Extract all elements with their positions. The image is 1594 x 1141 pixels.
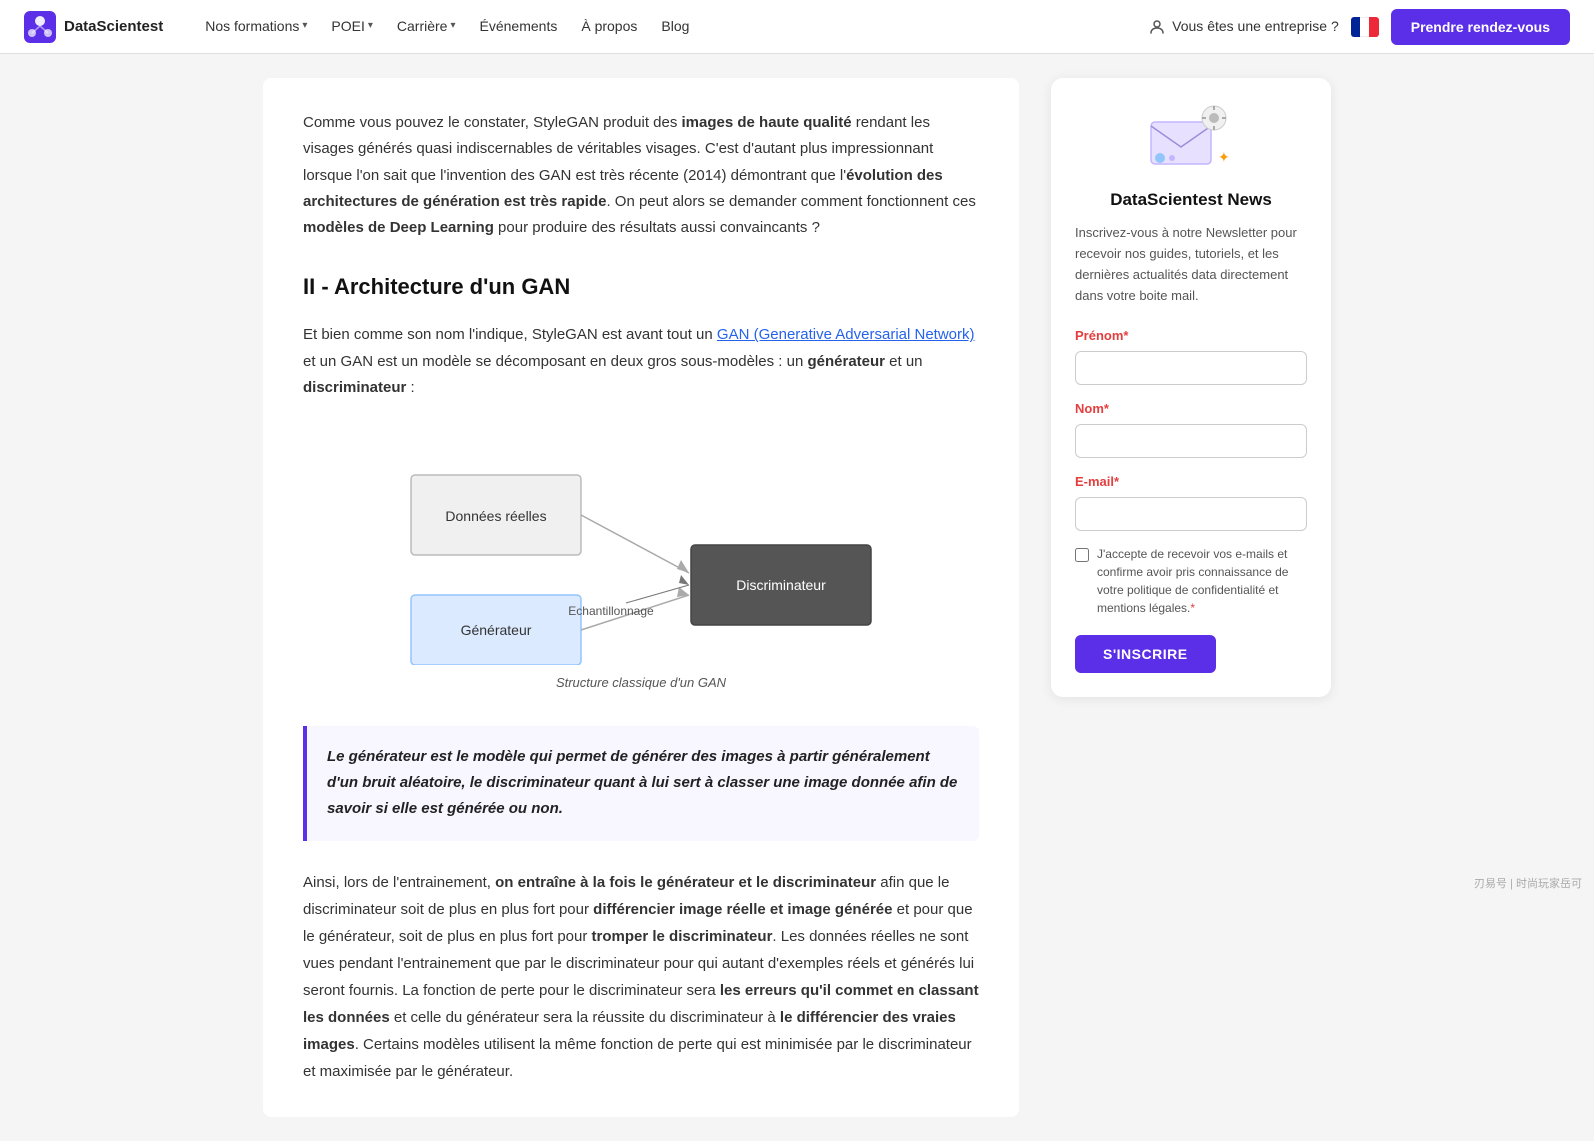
nav-links: Nos formations ▾ POEI ▾ Carrière ▾ Événe… <box>195 9 1148 43</box>
sidebar: ✦ DataScientest News Inscrivez-vous à no… <box>1051 78 1331 1117</box>
svg-text:✦: ✦ <box>1218 149 1230 165</box>
newsletter-title: DataScientest News <box>1075 186 1307 213</box>
newsletter-desc: Inscrivez-vous à notre Newsletter pour r… <box>1075 223 1307 306</box>
prenom-required: * <box>1123 328 1128 343</box>
gan-diagram-container: Données réelles Générateur Discriminateu… <box>303 425 979 718</box>
highlight-block: Le générateur est le modèle qui permet d… <box>303 726 979 841</box>
newsletter-icon: ✦ <box>1146 102 1236 172</box>
nav-carriere[interactable]: Carrière ▾ <box>387 9 466 43</box>
nav-right: Vous êtes une entreprise ? Prendre rende… <box>1148 9 1570 45</box>
logo-link[interactable]: DataScientest <box>24 11 163 43</box>
nom-label: Nom* <box>1075 399 1307 420</box>
body-text: Ainsi, lors de l'entrainement, on entraî… <box>303 869 979 1085</box>
svg-text:Discriminateur: Discriminateur <box>736 577 826 593</box>
enterprise-link[interactable]: Vous êtes une entreprise ? <box>1148 15 1339 37</box>
newsletter-icon-area: ✦ <box>1075 102 1307 172</box>
email-required: * <box>1114 474 1119 489</box>
chevron-down-icon: ▾ <box>302 18 307 34</box>
prenom-input[interactable] <box>1075 351 1307 385</box>
email-input[interactable] <box>1075 497 1307 531</box>
logo-text: DataScientest <box>64 15 163 39</box>
nom-input[interactable] <box>1075 424 1307 458</box>
svg-text:Générateur: Générateur <box>461 622 532 638</box>
consent-checkbox[interactable] <box>1075 548 1089 562</box>
subscribe-button[interactable]: S'INSCRIRE <box>1075 635 1216 673</box>
gan-diagram: Données réelles Générateur Discriminateu… <box>381 425 901 665</box>
nav-poei[interactable]: POEI ▾ <box>321 9 383 43</box>
nav-evenements[interactable]: Événements <box>470 9 568 43</box>
main-content: Comme vous pouvez le constater, StyleGAN… <box>263 78 1019 1117</box>
nav-nos-formations[interactable]: Nos formations ▾ <box>195 9 317 43</box>
chevron-down-icon: ▾ <box>368 18 373 34</box>
email-label: E-mail* <box>1075 472 1307 493</box>
cta-button[interactable]: Prendre rendez-vous <box>1391 9 1570 45</box>
svg-text:Données réelles: Données réelles <box>445 508 546 524</box>
nom-required: * <box>1104 401 1109 416</box>
prenom-label: Prénom* <box>1075 326 1307 347</box>
section-title: II - Architecture d'un GAN <box>303 269 979 304</box>
navbar: DataScientest Nos formations ▾ POEI ▾ Ca… <box>0 0 1594 54</box>
language-flag[interactable] <box>1351 17 1379 37</box>
chevron-down-icon: ▾ <box>450 18 455 34</box>
watermark: 刃易号 | 时尚玩家岳可 <box>1474 876 1582 894</box>
gan-link[interactable]: GAN (Generative Adversarial Network) <box>717 326 975 343</box>
newsletter-card: ✦ DataScientest News Inscrivez-vous à no… <box>1051 78 1331 697</box>
enterprise-icon <box>1148 17 1166 35</box>
svg-text:Echantillonnage: Echantillonnage <box>568 604 654 618</box>
consent-row: J'accepte de recevoir vos e-mails et con… <box>1075 545 1307 617</box>
section-intro: Et bien comme son nom l'indique, StyleGA… <box>303 322 979 401</box>
nav-a-propos[interactable]: À propos <box>571 9 647 43</box>
diagram-caption: Structure classique d'un GAN <box>556 673 726 694</box>
page-wrap: Comme vous pouvez le constater, StyleGAN… <box>247 54 1347 1141</box>
nav-blog[interactable]: Blog <box>651 9 699 43</box>
logo-icon <box>24 11 56 43</box>
intro-paragraph: Comme vous pouvez le constater, StyleGAN… <box>303 110 979 241</box>
consent-label: J'accepte de recevoir vos e-mails et con… <box>1097 545 1307 617</box>
